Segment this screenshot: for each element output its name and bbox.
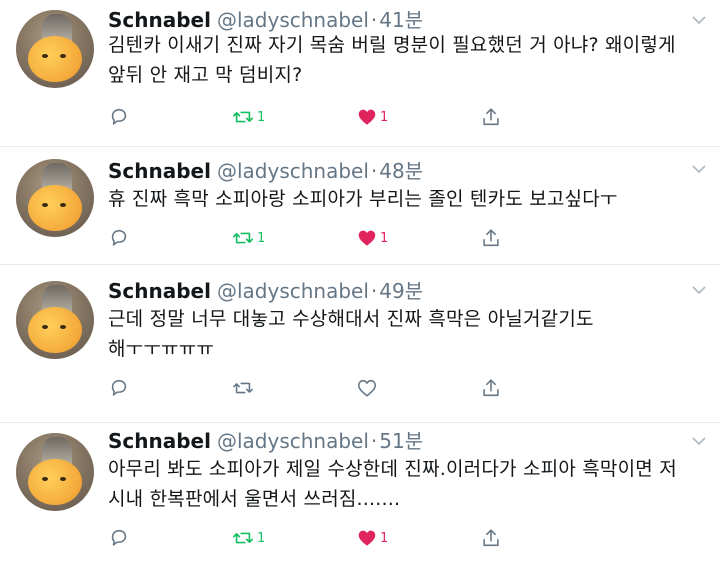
reply-icon [111,108,127,125]
user-handle[interactable]: @ladyschnabel [217,279,369,303]
chevron-down-icon[interactable] [691,12,707,28]
tweet-text-line: 앞뒤 안 재고 막 덤비지? [108,64,303,86]
retweet-icon [233,532,253,544]
separator: · [370,279,378,303]
display-name[interactable]: Schnabel [108,8,211,32]
separator: · [370,429,378,453]
share-button[interactable] [480,526,502,550]
like-button[interactable] [356,376,380,400]
user-handle[interactable]: @ladyschnabel [217,429,369,453]
tweet[interactable]: Schnabel @ladyschnabel · 41분 김텐카 이새기 진짜 자기 … [0,0,720,146]
tweet-text: 아무리 봐도 소피아가 제일 수상한데 진짜.이러다가 소피아 흑막이면 저 시… [108,454,704,514]
tweet[interactable]: Schnabel @ladyschnabel · 49분 근데 정말 너무 대놓고 수… [0,265,720,421]
chevron-down-icon[interactable] [691,161,707,177]
retweet-icon [233,232,253,244]
user-handle[interactable]: @ladyschnabel [217,159,369,183]
display-name[interactable]: Schnabel [108,279,211,303]
display-name[interactable]: Schnabel [108,159,211,183]
chevron-down-icon[interactable] [691,433,707,449]
share-icon [483,229,499,247]
tweet-header: Schnabel @ladyschnabel · 48분 [108,158,423,184]
reply-icon [111,529,127,546]
retweet-count: 1 [257,230,266,246]
reply-button[interactable] [108,376,130,400]
tweet[interactable]: Schnabel @ladyschnabel · 51분 아무리 봐도 소피아가 제일… [0,423,720,562]
retweet-count: 1 [257,109,266,125]
like-button[interactable]: 1 [356,526,388,550]
display-name[interactable]: Schnabel [108,429,211,453]
timestamp[interactable]: 49분 [379,279,423,303]
like-count: 1 [380,109,389,125]
retweet-button[interactable]: 1 [231,526,265,550]
retweet-icon [233,111,253,123]
heart-icon [357,379,377,397]
avatar[interactable] [16,159,94,237]
reply-icon [111,379,127,396]
tweet-text: 근데 정말 너무 대놓고 수상해대서 진짜 흑막은 아닐거같기도 해ㅜㅜㅠㅠㅠ [108,304,704,364]
reply-button[interactable] [108,105,130,129]
tweet-text: 휴 진짜 흑막 소피아랑 소피아가 부리는 졸인 텐카도 보고싶다ㅜ [108,184,704,214]
retweet-button[interactable]: 1 [231,105,265,129]
timestamp[interactable]: 41분 [379,8,423,32]
tweet-text: 김텐카 이새기 진짜 자기 목숨 버릴 명분이 필요했던 거 아냐? 왜이렇게 … [108,30,704,90]
reply-icon [111,229,127,246]
tweet-text-line: 김텐카 이새기 진짜 자기 목숨 버릴 명분이 필요했던 거 아냐? 왜이렇게 [108,34,676,56]
separator: · [370,159,378,183]
share-button[interactable] [480,226,502,250]
reply-button[interactable] [108,226,130,250]
retweet-count: 1 [257,530,266,546]
like-count: 1 [380,230,389,246]
share-icon [483,529,499,547]
retweet-button[interactable]: 1 [231,226,265,250]
tweet[interactable]: Schnabel @ladyschnabel · 48분 휴 진짜 흑막 소피아랑 소… [0,147,720,263]
reply-button[interactable] [108,526,130,550]
share-button[interactable] [480,105,502,129]
tweet-text-line: 해ㅜㅜㅠㅠㅠ [108,338,215,360]
heart-icon [358,530,376,546]
tweet-text-line: 근데 정말 너무 대놓고 수상해대서 진짜 흑막은 아닐거같기도 [108,308,594,330]
heart-icon [358,109,376,125]
tweet-text-line: 아무리 봐도 소피아가 제일 수상한데 진짜.이러다가 소피아 흑막이면 저 [108,458,677,480]
avatar[interactable] [16,10,94,88]
retweet-icon [233,382,253,394]
avatar[interactable] [16,433,94,511]
separator: · [370,8,378,32]
like-button[interactable]: 1 [356,105,388,129]
like-count: 1 [380,530,389,546]
like-button[interactable]: 1 [356,226,388,250]
timestamp[interactable]: 48분 [379,159,423,183]
avatar[interactable] [16,281,94,359]
share-button[interactable] [480,376,502,400]
tweet-header: Schnabel @ladyschnabel · 51분 [108,428,423,454]
share-icon [483,379,499,397]
share-icon [483,108,499,126]
tweet-header: Schnabel @ladyschnabel · 49분 [108,278,423,304]
tweet-text-line: 시내 한복판에서 울면서 쓰러짐....... [108,488,401,510]
timestamp[interactable]: 51분 [379,429,423,453]
chevron-down-icon[interactable] [691,282,707,298]
retweet-button[interactable] [231,376,257,400]
heart-icon [358,230,376,246]
tweet-text-line: 휴 진짜 흑막 소피아랑 소피아가 부리는 졸인 텐카도 보고싶다ㅜ [108,188,618,210]
user-handle[interactable]: @ladyschnabel [217,8,369,32]
